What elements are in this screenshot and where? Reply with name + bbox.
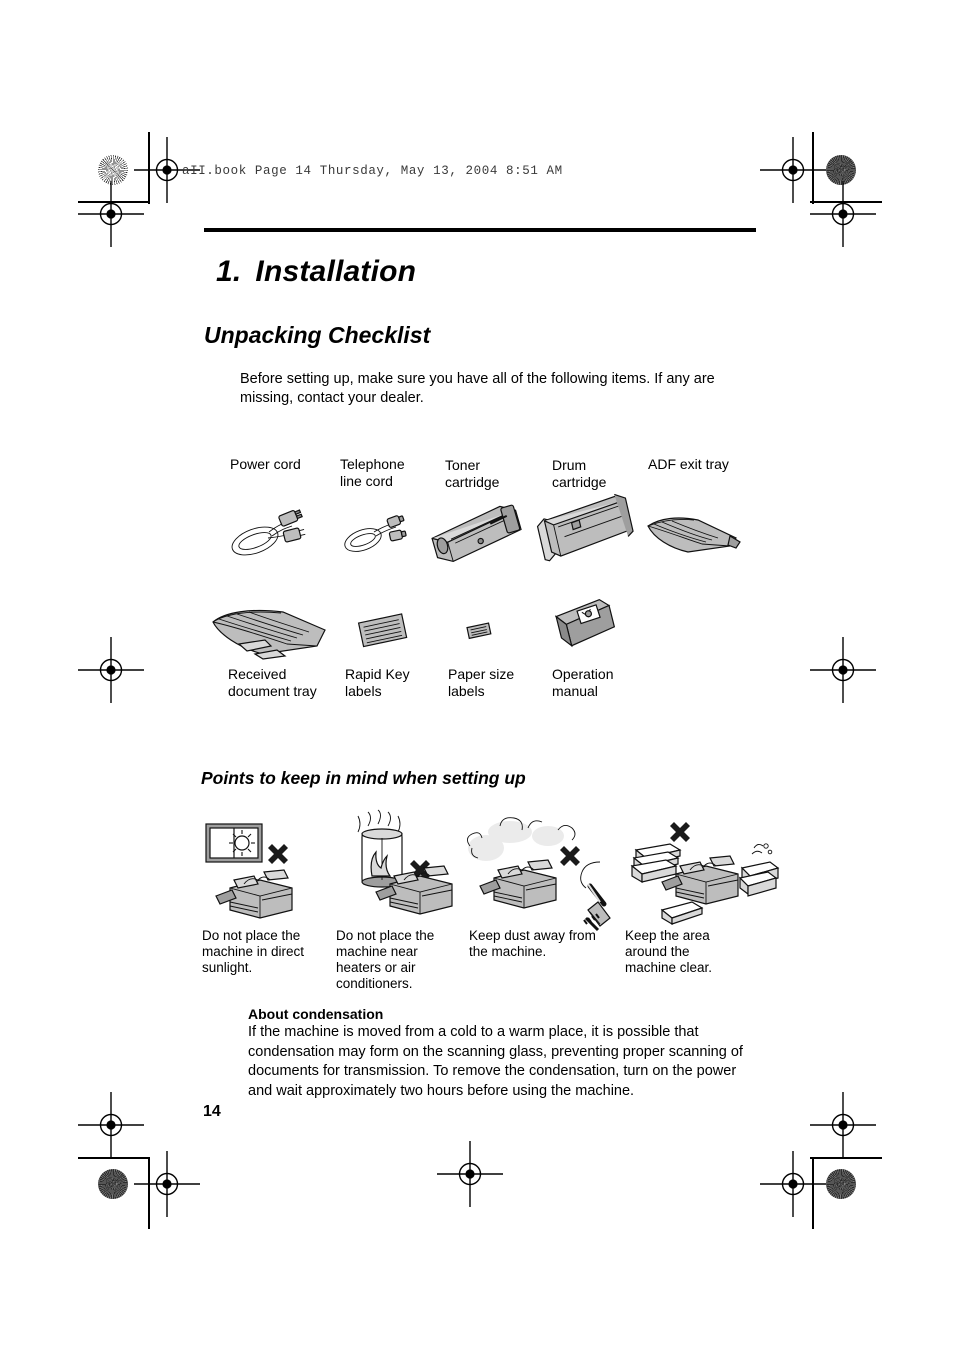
checklist-item-operation-manual: Operation manual: [552, 666, 647, 700]
checklist-item-power-cord: Power cord: [230, 456, 335, 473]
unpacking-checklist: Power cord Telephone line cord Toner car…: [0, 0, 954, 1351]
drum-cartridge-icon: [530, 493, 640, 571]
no-heaters-icon: [334, 809, 464, 925]
manual-page: aII.book Page 14 Thursday, May 13, 2004 …: [0, 0, 954, 1351]
received-document-tray-icon: [205, 600, 340, 667]
setup-point-caption-sunlight: Do not place the machine in direct sunli…: [202, 928, 305, 975]
checklist-label: Rapid Key labels: [345, 666, 410, 699]
no-direct-sunlight-icon: [200, 820, 320, 925]
checklist-item-rapid-key-labels: Rapid Key labels: [345, 666, 440, 700]
setup-points-heading: Points to keep in mind when setting up: [201, 768, 526, 788]
checklist-item-adf-exit-tray: ADF exit tray: [648, 456, 758, 473]
setup-point-caption-area-clear: Keep the area around the machine clear.: [625, 928, 713, 975]
setup-point-caption-dust: Keep dust away from the machine.: [469, 928, 596, 959]
checklist-label: Toner cartridge: [445, 457, 500, 490]
page-number: 14: [203, 1103, 221, 1120]
checklist-label: Telephone line cord: [340, 456, 405, 489]
checklist-label: ADF exit tray: [648, 456, 729, 472]
checklist-label: Drum cartridge: [552, 457, 607, 490]
checklist-item-received-document-tray: Received document tray: [228, 666, 348, 700]
condensation-heading: About condensation: [248, 1006, 384, 1022]
checklist-item-paper-size-labels: Paper size labels: [448, 666, 543, 700]
operation-manual-icon: [548, 598, 622, 665]
keep-area-clear-icon: [622, 818, 782, 928]
adf-exit-tray-icon: [644, 508, 744, 569]
toner-cartridge-icon: [420, 498, 532, 571]
paper-size-labels-icon: [462, 617, 498, 650]
checklist-label: Operation manual: [552, 666, 614, 699]
condensation-body: If the machine is moved from a cold to a…: [248, 1024, 743, 1099]
checklist-item-toner-cartridge: Toner cartridge: [445, 457, 540, 491]
rapid-key-labels-icon: [355, 610, 413, 659]
checklist-item-drum-cartridge: Drum cartridge: [552, 457, 647, 491]
checklist-label: Paper size labels: [448, 666, 515, 699]
setup-point-caption-heaters: Do not place the machine near heaters or…: [336, 928, 435, 991]
power-cord-icon: [222, 505, 314, 568]
checklist-label: Power cord: [230, 456, 301, 472]
telephone-line-cord-icon: [338, 510, 416, 567]
checklist-label: Received document tray: [228, 666, 317, 699]
no-dust-icon: [462, 812, 612, 932]
checklist-item-telephone-line-cord: Telephone line cord: [340, 456, 440, 490]
